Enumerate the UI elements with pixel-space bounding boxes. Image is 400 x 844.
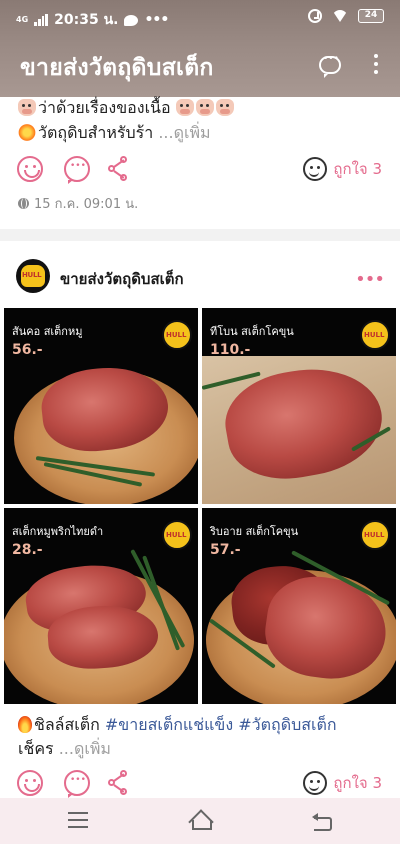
photo-grid: สันคอ สเต็กหมู 56.- ทีโบน สเต็กโคขุน 110… [0,308,400,704]
photo-tile-tbone[interactable]: ทีโบน สเต็กโคขุน 110.- [202,308,396,504]
back-button[interactable] [312,811,332,831]
network-type: 4G [16,15,29,24]
cow-face-icon [215,99,234,116]
photo-price: 28.- [12,542,43,558]
status-bar: 4G 20:35 น. ••• 24 [0,0,400,36]
hashtag-link[interactable]: #ขายสเต็กแช่แข็ง [105,715,233,734]
cow-face-icon [175,99,194,116]
photo-tile-ribeye[interactable]: ริบอาย สเต็กโคขุน 57.- [202,508,396,704]
globe-icon [18,198,29,209]
app-bar: ขายส่งวัตถุดิบสเต็ก [0,36,400,96]
post2-like-count: ถูกใจ 3 [333,774,382,792]
like-face-icon [303,157,328,181]
recent-apps-button[interactable] [68,812,88,828]
more-notifications-icon: ••• [144,12,169,28]
post2-page-name[interactable]: ขายส่งวัตถุดิบสเต็ก [60,267,184,291]
fire-icon [18,716,32,733]
messenger-icon[interactable] [319,54,341,78]
home-button[interactable] [188,810,212,830]
like-face-icon [303,771,328,795]
status-left: 4G 20:35 น. ••• [16,9,169,31]
cow-face-icon [18,99,36,116]
post-divider [0,229,400,241]
brand-logo-icon [360,320,390,350]
screen: 4G 20:35 น. ••• 24 ขายส่งวัตถุดิบสเต็ก ว… [0,0,400,844]
photo-tile-black-pepper-pork[interactable]: สเต็กหมูพริกไทยดำ 28.- [4,508,198,704]
photo-label: สันคอ สเต็กหมู [12,325,83,338]
photo-price: 110.- [210,342,251,358]
system-navigation-bar [0,798,400,844]
share-icon[interactable] [108,156,134,182]
brand-logo-icon [162,320,192,350]
battery-icon: 24 [358,9,384,23]
share-icon[interactable] [108,770,134,796]
photo-price: 56.- [12,342,43,358]
post1-actions: ถูกใจ 3 [0,154,400,188]
photo-label: ริบอาย สเต็กโคขุน [210,525,299,538]
cow-face-icon [195,99,214,116]
post2-see-more-link[interactable]: ...ดูเพิ่ม [59,739,111,758]
signal-icon [34,14,49,26]
photo-label: สเต็กหมูพริกไทยดำ [12,525,104,538]
brand-logo-icon [162,520,192,550]
post2-like-button[interactable]: ถูกใจ 3 [303,770,382,796]
post1-like-button[interactable]: ถูกใจ 3 [303,156,382,182]
post2-header: ขายส่งวัตถุดิบสเต็ก ••• [0,255,400,299]
post2-caption-line1: ชิลล์สเต็ก #ขายสเต็กแช่แข็ง #วัตถุดิบสเต… [18,713,337,738]
post1-text-line2: วัตถุดิบสำหรับร้า ...ดูเพิ่ม [18,121,211,146]
header-background: 4G 20:35 น. ••• 24 ขายส่งวัตถุดิบสเต็ก [0,0,400,97]
comment-icon[interactable] [64,156,90,184]
post2-caption-line2: เช็คร ...ดูเพิ่ม [18,739,111,758]
status-time: 20:35 น. [54,12,119,28]
status-right: 24 [308,9,384,23]
comment-icon[interactable] [64,770,90,798]
message-icon [124,14,139,26]
post1-like-count: ถูกใจ 3 [333,160,382,178]
photo-label: ทีโบน สเต็กโคขุน [210,325,294,338]
brand-logo-icon [360,520,390,550]
post2-actions: ถูกใจ 3 [0,768,400,802]
post1-timestamp: 15 ก.ค. 09:01 น. [18,193,138,214]
page-avatar[interactable] [16,259,50,293]
post2-more-icon[interactable]: ••• [355,269,385,290]
overflow-menu-icon[interactable] [370,54,382,78]
page-title: ขายส่งวัตถุดิบสเต็ก [20,55,214,81]
post1-text-line1: ว่าด้วยเรื่องของเนื้อ [18,96,236,121]
reaction-icon[interactable] [17,156,43,182]
hashtag-link[interactable]: #วัตถุดิบสเต็ก [238,715,336,734]
photo-tile-pork-neck[interactable]: สันคอ สเต็กหมู 56.- [4,308,198,504]
reaction-icon[interactable] [17,770,43,796]
post1-see-more-link[interactable]: ...ดูเพิ่ม [158,123,210,142]
photo-price: 57.- [210,542,241,558]
wifi-icon [332,10,348,22]
alarm-icon [308,9,322,23]
collision-icon [18,124,36,141]
